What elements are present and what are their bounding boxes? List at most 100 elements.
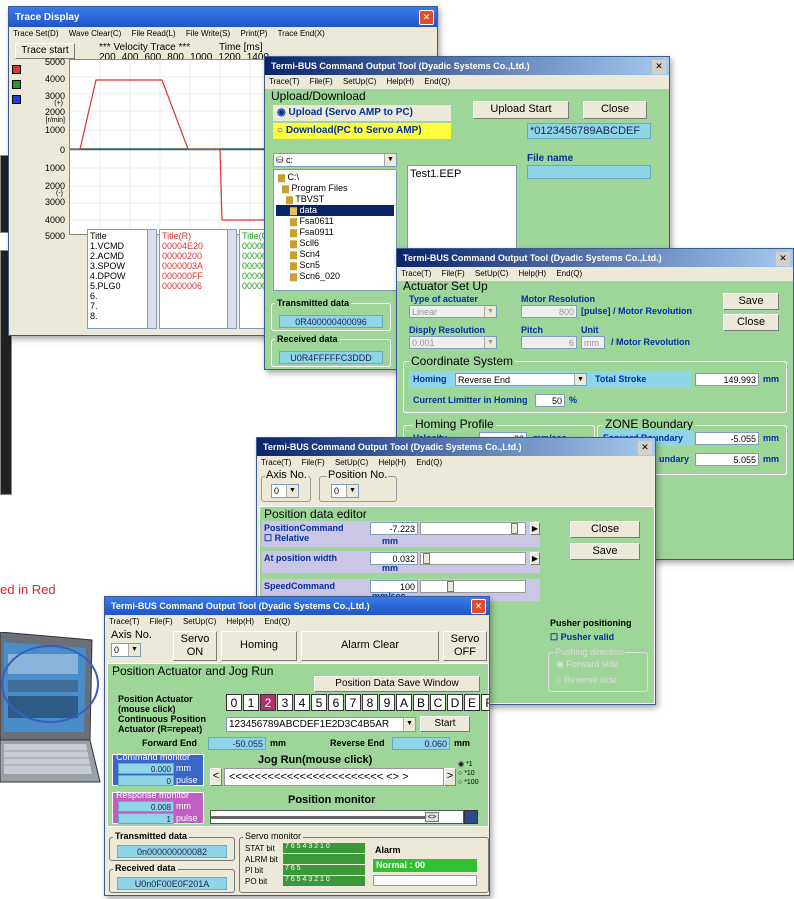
folder-item-selected[interactable]: ▆ data <box>276 205 394 216</box>
hex-key-2[interactable]: 2 <box>260 694 276 711</box>
servo-on-button[interactable]: Servo ON <box>173 631 217 661</box>
homing-select[interactable]: Reverse End ▼ <box>455 373 587 386</box>
chevron-down-icon[interactable]: ▼ <box>574 374 586 385</box>
unit-field[interactable]: mm <box>581 336 605 349</box>
hex-key-4[interactable]: 4 <box>294 694 310 711</box>
hex-key-6[interactable]: 6 <box>328 694 344 711</box>
slider-thumb[interactable] <box>447 581 454 592</box>
mult-radio[interactable]: ○ *10 <box>458 769 479 778</box>
close-icon[interactable]: ✕ <box>419 10 434 25</box>
upload-radio-row[interactable]: ◉ Upload (Servo AMP to PC) <box>273 105 451 121</box>
list-item[interactable]: 2.ACMD <box>90 251 146 261</box>
position-data-save-window-button[interactable]: Position Data Save Window <box>314 676 480 692</box>
chevron-down-icon[interactable]: ▼ <box>403 718 415 731</box>
close-icon[interactable]: ✕ <box>471 599 486 614</box>
forward-boundary-field[interactable]: -5.055 <box>695 432 759 445</box>
hex-key-8[interactable]: 8 <box>362 694 378 711</box>
list-item[interactable]: 5.PLG0 <box>90 281 146 291</box>
jog-multiplier-radios[interactable]: ◉ *1 ○ *10 ○ *100 <box>458 760 479 787</box>
pusher-valid-checkbox[interactable]: ☐ Pusher valid <box>550 632 614 643</box>
chevron-down-icon[interactable]: ▼ <box>128 644 140 656</box>
list-item[interactable]: 1.VCMD <box>90 241 146 251</box>
chevron-down-icon[interactable]: ▼ <box>384 154 396 166</box>
menu-setup[interactable]: SetUp(C) <box>335 458 368 467</box>
trace-red-list[interactable]: Title(R) 00004E20 00000200 0000003A 0000… <box>159 229 229 329</box>
menu-trace-set[interactable]: Trace Set(D) <box>13 29 59 38</box>
hex-key-9[interactable]: 9 <box>379 694 395 711</box>
chevron-down-icon[interactable]: ▼ <box>346 485 358 497</box>
position-no-select[interactable]: 0 ▼ <box>331 484 359 498</box>
menu-trace[interactable]: Trace(T) <box>401 269 431 278</box>
file-item[interactable]: Test1.EEP <box>410 168 514 180</box>
list-scrollbar[interactable] <box>147 229 157 329</box>
download-radio-row[interactable]: ○ Download(PC to Servo AMP) <box>273 123 451 139</box>
save-button[interactable]: Save <box>570 543 640 560</box>
hex-key-0[interactable]: 0 <box>226 694 242 711</box>
axis-select[interactable]: 0 ▼ <box>271 484 299 498</box>
close-icon[interactable]: ✕ <box>652 60 666 74</box>
menu-help[interactable]: Help(H) <box>387 77 415 86</box>
menu-end[interactable]: End(Q) <box>556 269 582 278</box>
chevron-down-icon[interactable]: ▼ <box>484 306 496 317</box>
menu-trace-end[interactable]: Trace End(X) <box>278 29 325 38</box>
list-item[interactable]: 7. <box>90 301 146 311</box>
slider-arrow-icon[interactable]: ▶ <box>530 552 540 565</box>
menu-wave-clear[interactable]: Wave Clear(C) <box>69 29 122 38</box>
menu-trace[interactable]: Trace(T) <box>109 617 139 626</box>
list-item[interactable]: 6. <box>90 291 146 301</box>
display-resolution-select[interactable]: 0.001 ▼ <box>409 336 497 349</box>
menu-help[interactable]: Help(H) <box>227 617 255 626</box>
jog-right-button[interactable]: > <box>444 768 456 786</box>
list-item[interactable]: 3.SPOW <box>90 261 146 271</box>
menu-end[interactable]: End(Q) <box>264 617 290 626</box>
menu-file-read[interactable]: File Read(L) <box>132 29 176 38</box>
slider-arrow-icon[interactable]: ▶ <box>530 522 540 535</box>
menu-help[interactable]: Help(H) <box>379 458 407 467</box>
jog-left-button[interactable]: < <box>210 768 222 786</box>
folder-item[interactable]: ▆ C:\ <box>276 172 394 183</box>
menu-print[interactable]: Print(P) <box>240 29 267 38</box>
hex-key-a[interactable]: A <box>396 694 412 711</box>
pitch-field[interactable]: 6 <box>521 336 577 349</box>
at-position-slider[interactable] <box>420 552 526 565</box>
list-scrollbar[interactable] <box>227 229 237 329</box>
drive-select[interactable]: ⛁ c: ▼ <box>273 153 397 167</box>
close-icon[interactable]: ✕ <box>776 252 790 266</box>
motor-resolution-field[interactable]: 800 <box>521 305 577 318</box>
hex-key-c[interactable]: C <box>430 694 446 711</box>
speed-command-slider[interactable] <box>420 580 526 593</box>
start-button[interactable]: Start <box>420 716 470 732</box>
file-name-field[interactable] <box>527 165 651 179</box>
forward-end-field[interactable]: -50.055 <box>208 737 266 750</box>
servo-off-button[interactable]: Servo OFF <box>443 631 487 661</box>
folder-item[interactable]: ▆ Fsa0911 <box>276 227 394 238</box>
continuous-select[interactable]: 123456789ABCDEF1E2D3C4B5AR ▼ <box>226 717 416 732</box>
folder-item[interactable]: ▆ Scn6_020 <box>276 271 394 282</box>
folder-item[interactable]: ▆ Fsa0611 <box>276 216 394 227</box>
list-item[interactable]: 4.DPOW <box>90 271 146 281</box>
chevron-down-icon[interactable]: ▼ <box>286 485 298 497</box>
menu-help[interactable]: Help(H) <box>519 269 547 278</box>
relative-checkbox[interactable]: ☐ Relative <box>264 533 309 544</box>
menu-file[interactable]: File(F) <box>150 617 173 626</box>
position-command-field[interactable]: -7.223 <box>370 522 418 535</box>
menu-setup[interactable]: SetUp(C) <box>343 77 376 86</box>
hex-key-5[interactable]: 5 <box>311 694 327 711</box>
upload-start-button[interactable]: Upload Start <box>473 101 569 119</box>
menu-file-write[interactable]: File Write(S) <box>186 29 230 38</box>
hex-key-7[interactable]: 7 <box>345 694 361 711</box>
reverse-end-field[interactable]: 0.060 <box>392 737 450 750</box>
channel-red-toggle[interactable] <box>12 65 21 74</box>
menu-trace[interactable]: Trace(T) <box>269 77 299 86</box>
hex-key-d[interactable]: D <box>447 694 463 711</box>
save-button[interactable]: Save <box>723 293 779 310</box>
folder-item[interactable]: ▆ Scn5 <box>276 260 394 271</box>
menu-end[interactable]: End(Q) <box>416 458 442 467</box>
reverse-boundary-field[interactable]: 5.055 <box>695 453 759 466</box>
menu-end[interactable]: End(Q) <box>424 77 450 86</box>
hex-key-3[interactable]: 3 <box>277 694 293 711</box>
chevron-down-icon[interactable]: ▼ <box>484 337 496 348</box>
homing-button[interactable]: Homing <box>221 631 297 661</box>
trace-title-list[interactable]: Title 1.VCMD 2.ACMD 3.SPOW 4.DPOW 5.PLG0… <box>87 229 149 329</box>
menu-file[interactable]: File(F) <box>302 458 325 467</box>
